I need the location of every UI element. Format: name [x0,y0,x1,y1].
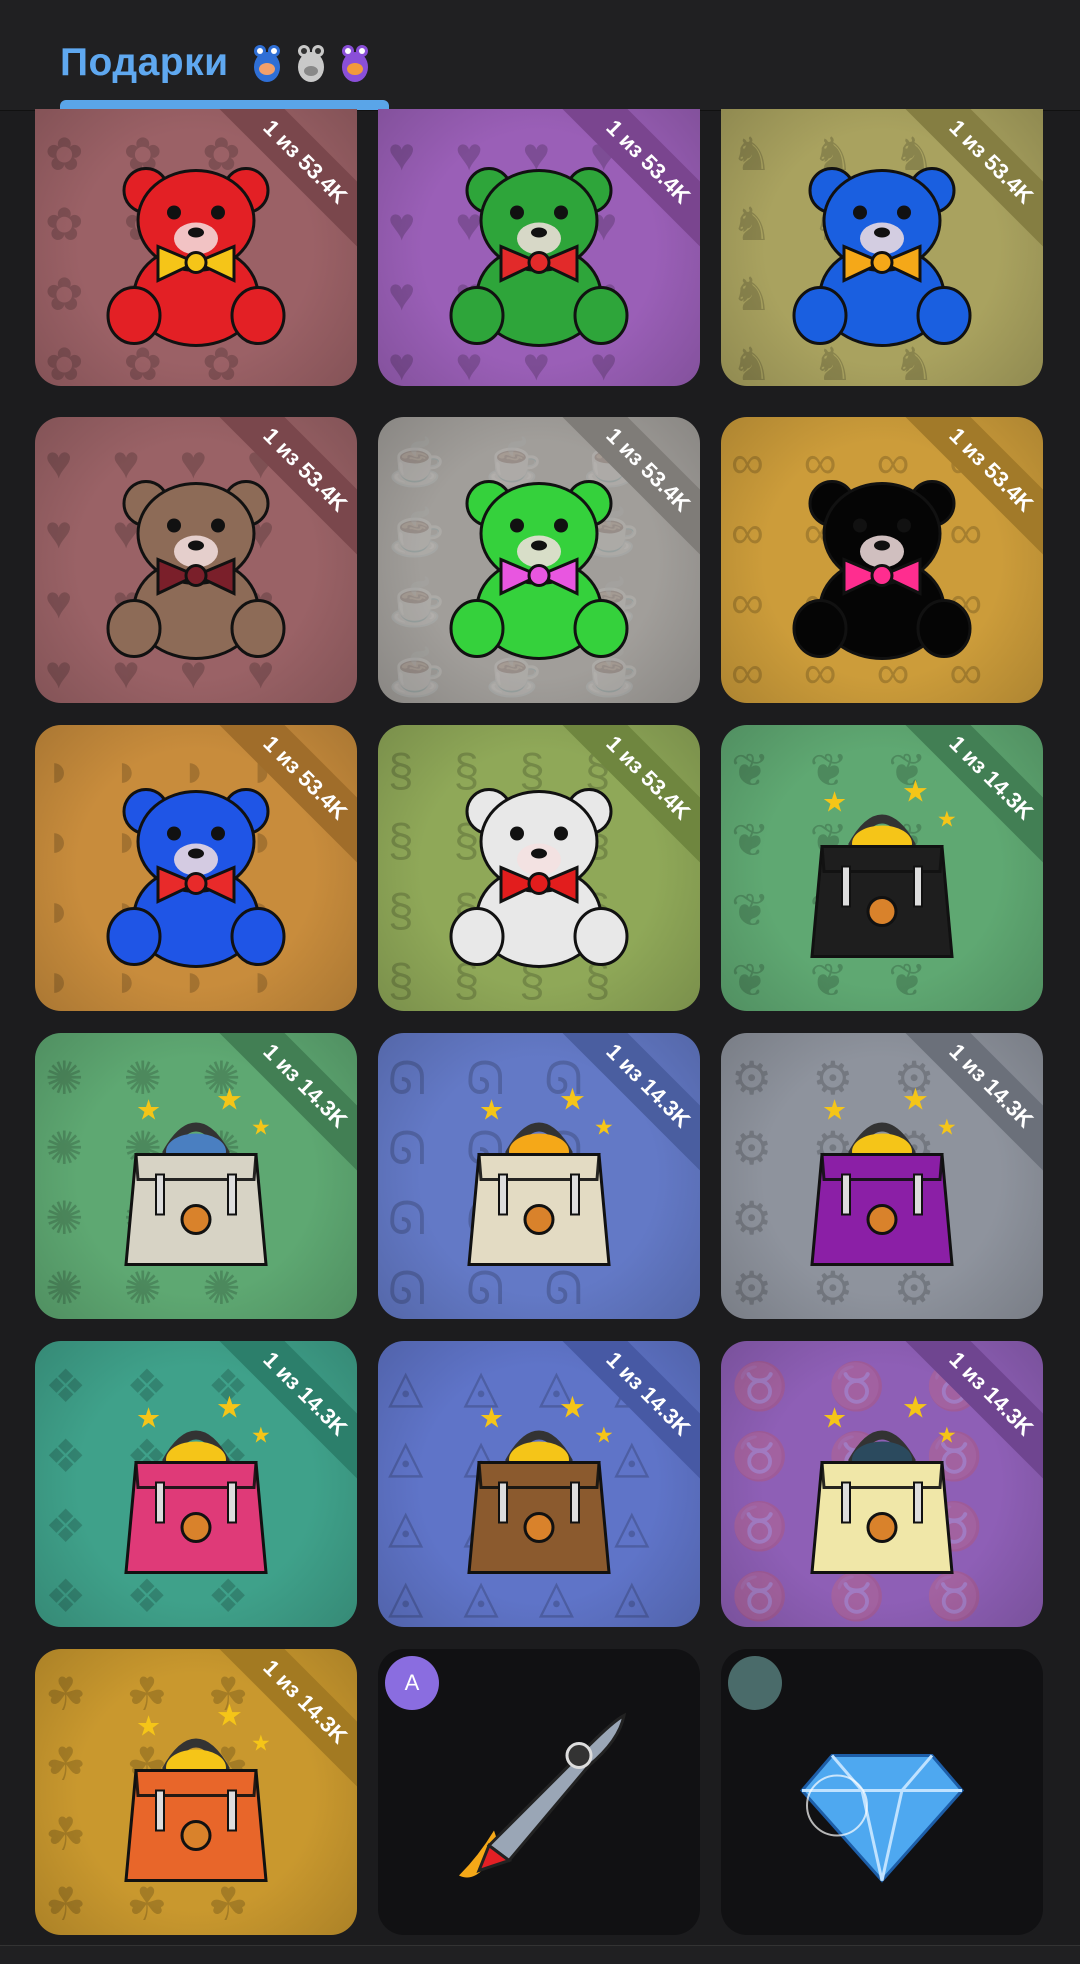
svg-text:★: ★ [937,1422,957,1447]
teddy-bear-icon [96,771,296,976]
gift-card-bag-yellow[interactable]: ♉♉♉♉♉♉♉♉♉♉♉♉♉♉♉♉♉♉♉♉ ★ ★ ★ 1 из 14.3K [721,1341,1043,1627]
rocket-icon [439,1695,639,1900]
frog-gray-icon [297,45,324,82]
teddy-bear-icon [96,463,296,668]
svg-text:★: ★ [822,1402,847,1433]
svg-text:★: ★ [479,1094,504,1125]
teddy-bear-icon [782,463,982,668]
svg-text:★: ★ [136,1710,161,1741]
frog-blue-icon [253,45,280,82]
diamond-icon [782,1695,982,1900]
svg-text:★: ★ [251,1422,271,1447]
svg-text:★: ★ [594,1114,614,1139]
svg-text:★: ★ [136,1402,161,1433]
top-bar: Подарки [0,0,1080,111]
svg-text:★: ★ [937,806,957,831]
gift-card-diamond[interactable] [721,1649,1043,1935]
gift-card-bag-scarf-white[interactable]: ✺✺✺✺✺✺✺✺✺✺✺✺✺✺✺✺✺✺✺✺ ★ ★ ★ 1 из 14.3K [35,1033,357,1319]
tab-gifts-label: Подарки [60,41,229,84]
gift-card-bag-black[interactable]: ❦❦❦❦❦❦❦❦❦❦❦❦❦❦❦❦❦❦❦❦ ★ ★ ★ 1 из 14.3K [721,725,1043,1011]
svg-text:★: ★ [822,786,847,817]
teddy-bear-icon [96,151,296,356]
svg-text:★: ★ [902,775,929,808]
svg-text:★: ★ [594,1422,614,1447]
svg-text:★: ★ [479,1402,504,1433]
gift-card-teddy-bear-black[interactable]: ∞∞∞∞∞∞∞∞∞∞∞∞∞∞∞∞∞∞∞∞ 1 из 53.4K [721,417,1043,703]
handbag-icon: ★ ★ ★ [782,1079,982,1284]
handbag-icon: ★ ★ ★ [439,1079,639,1284]
svg-text:★: ★ [822,1094,847,1125]
gift-card-teddy-bear-watermelon[interactable]: ♥♥♥♥♥♥♥♥♥♥♥♥♥♥♥♥♥♥♥♥ 1 из 53.4K [378,109,700,386]
handbag-icon: ★ ★ ★ [96,1079,296,1284]
teddy-bear-icon [439,463,639,668]
teddy-bear-icon [439,771,639,976]
handbag-icon: ★ ★ ★ [96,1387,296,1592]
handbag-icon: ★ ★ ★ [96,1695,296,1900]
gift-card-teddy-bear-red[interactable]: ✿✿✿✿✿✿✿✿✿✿✿✿✿✿✿✿✿✿✿✿ 1 из 53.4K [35,109,357,386]
tab-gifts-icons [247,41,375,85]
sender-avatar[interactable]: A [385,1656,439,1710]
gift-card-teddy-bear-blue[interactable]: ♞♞♞♞♞♞♞♞♞♞♞♞♞♞♞♞♞♞♞♞ 1 из 53.4K [721,109,1043,386]
gift-grid: ✿✿✿✿✿✿✿✿✿✿✿✿✿✿✿✿✿✿✿✿ 1 из 53.4K♥♥♥♥♥♥♥♥♥… [35,109,1045,1935]
gift-card-teddy-bear-zebra[interactable]: §§§§§§§§§§§§§§§§§§§§ 1 из 53.4K [378,725,700,1011]
gift-card-teddy-bear-brown[interactable]: ♥♥♥♥♥♥♥♥♥♥♥♥♥♥♥♥♥♥♥♥ 1 из 53.4K [35,417,357,703]
svg-text:★: ★ [937,1114,957,1139]
svg-text:★: ★ [902,1083,929,1116]
gift-card-bag-orange[interactable]: ☘☘☘☘☘☘☘☘☘☘☘☘☘☘☘☘☘☘☘☘ ★ ★ ★ 1 из 14.3K [35,1649,357,1935]
sender-avatar[interactable] [728,1656,782,1710]
gift-card-bag-pink[interactable]: ❖❖❖❖❖❖❖❖❖❖❖❖❖❖❖❖❖❖❖❖ ★ ★ ★ 1 из 14.3K [35,1341,357,1627]
teddy-bear-icon [782,151,982,356]
tab-gifts[interactable]: Подарки [60,18,375,108]
frog-purple-icon [341,45,368,82]
gift-card-teddy-bear-green[interactable]: ☕☕☕☕☕☕☕☕☕☕☕☕☕☕☕☕☕☕☕☕ 1 из 53.4K [378,417,700,703]
gift-card-rocket[interactable]: A [378,1649,700,1935]
svg-text:★: ★ [216,1699,243,1732]
svg-text:★: ★ [216,1083,243,1116]
bottom-edge [0,1945,1080,1964]
gift-card-teddy-bear-rainbow[interactable]: ◗◗◗◗◗◗◗◗◗◗◗◗◗◗◗◗◗◗◗◗ 1 из 53.4K [35,725,357,1011]
teddy-bear-icon [439,151,639,356]
svg-text:★: ★ [251,1114,271,1139]
handbag-icon: ★ ★ ★ [782,771,982,976]
gift-card-bag-purple[interactable]: ⚙⚙⚙⚙⚙⚙⚙⚙⚙⚙⚙⚙⚙⚙⚙⚙⚙⚙⚙⚙ ★ ★ ★ 1 из 14.3K [721,1033,1043,1319]
handbag-icon: ★ ★ ★ [782,1387,982,1592]
svg-text:★: ★ [902,1391,929,1424]
gift-card-bag-brown[interactable]: ◬◬◬◬◬◬◬◬◬◬◬◬◬◬◬◬◬◬◬◬ ★ ★ ★ 1 из 14.3K [378,1341,700,1627]
svg-text:★: ★ [559,1391,586,1424]
svg-text:★: ★ [559,1083,586,1116]
svg-text:★: ★ [251,1730,271,1755]
svg-text:★: ★ [136,1094,161,1125]
svg-text:★: ★ [216,1391,243,1424]
handbag-icon: ★ ★ ★ [439,1387,639,1592]
gift-card-bag-cream[interactable]: ᘏᘏᘏᘏᘏᘏᘏᘏᘏᘏᘏᘏᘏᘏᘏᘏᘏᘏᘏᘏ ★ ★ ★ 1 из 14.3K [378,1033,700,1319]
